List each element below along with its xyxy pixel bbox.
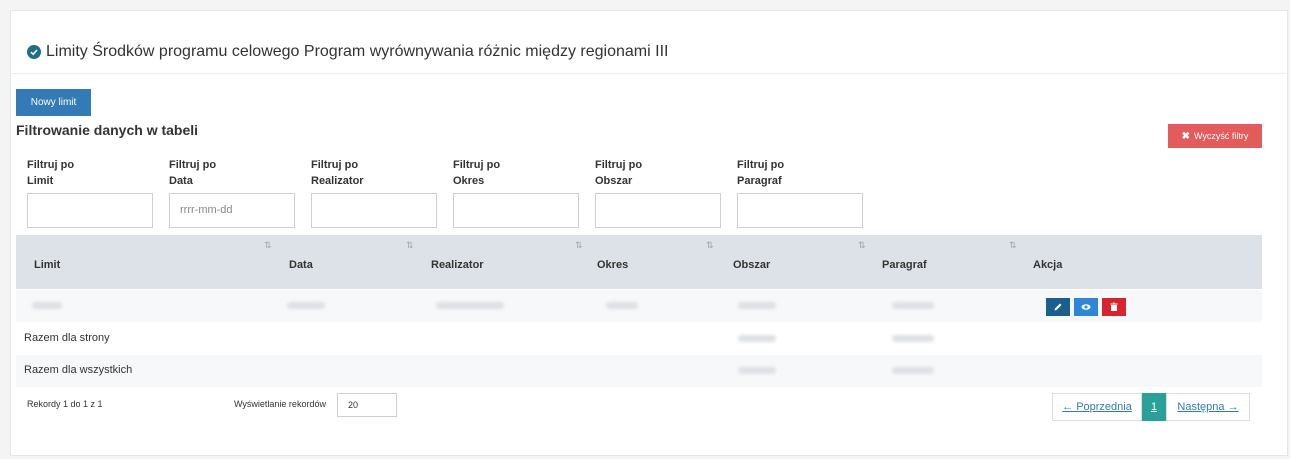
- filter-okres-input[interactable]: [453, 193, 579, 228]
- filter-data-input[interactable]: rrrr-mm-dd: [169, 193, 295, 228]
- filter-label: Filtruj po Realizator: [311, 159, 364, 187]
- page-1-button[interactable]: 1: [1142, 393, 1166, 421]
- filter-realizator: Filtruj po Realizator: [311, 157, 437, 228]
- sort-icon[interactable]: ⇅: [575, 240, 582, 251]
- edit-button[interactable]: [1046, 298, 1070, 316]
- new-limit-button[interactable]: Nowy limit: [16, 89, 91, 116]
- column-limit[interactable]: Limit: [34, 259, 60, 271]
- redacted-cell: [738, 367, 776, 374]
- table-row: [16, 290, 1262, 322]
- trash-icon: [1110, 302, 1118, 311]
- limits-panel: Limity Środków programu celowego Program…: [10, 10, 1288, 456]
- records-per-page-label: Wyświetlanie rekordów: [234, 399, 326, 409]
- prev-page-button[interactable]: ← Poprzednia: [1052, 393, 1142, 421]
- table-header: Limit ⇅ Data ⇅ Realizator ⇅ Okres ⇅ Obsz…: [16, 235, 1262, 289]
- filter-data: Filtruj po Data rrrr-mm-dd: [169, 157, 295, 228]
- redacted-cell: [738, 335, 776, 342]
- times-icon: ✖: [1181, 130, 1190, 142]
- sort-icon[interactable]: ⇅: [264, 240, 271, 251]
- sort-icon[interactable]: ⇅: [406, 240, 413, 251]
- filter-label: Filtruj po Data: [169, 159, 217, 187]
- filter-paragraf: Filtruj po Paragraf: [737, 157, 863, 228]
- filter-limit: Filtruj po Limit: [27, 157, 153, 228]
- filter-label: Filtruj po Limit: [27, 159, 75, 187]
- clear-filters-button[interactable]: ✖ Wyczyść filtry: [1168, 124, 1262, 148]
- records-per-page-input[interactable]: 20: [337, 393, 397, 417]
- column-paragraf[interactable]: Paragraf: [882, 259, 927, 271]
- redacted-cell: [892, 302, 934, 309]
- redacted-cell: [892, 335, 934, 342]
- redacted-cell: [892, 367, 934, 374]
- filter-paragraf-input[interactable]: [737, 193, 863, 228]
- filter-limit-input[interactable]: [27, 193, 153, 228]
- pagination: ← Poprzednia 1 Następna →: [1052, 393, 1250, 421]
- sort-icon[interactable]: ⇅: [858, 240, 865, 251]
- column-akcja: Akcja: [1033, 259, 1063, 271]
- summary-row-page: Razem dla strony: [16, 323, 1262, 355]
- view-button[interactable]: [1074, 298, 1098, 316]
- filter-label: Filtruj po Paragraf: [737, 159, 785, 187]
- pencil-icon: [1054, 303, 1062, 311]
- page-title: Limity Środków programu celowego Program…: [46, 43, 669, 60]
- filter-label: Filtruj po Obszar: [595, 159, 643, 187]
- records-info: Rekordy 1 do 1 z 1: [27, 399, 103, 409]
- redacted-cell: [287, 302, 325, 309]
- column-data[interactable]: Data: [289, 259, 313, 271]
- sort-icon[interactable]: ⇅: [706, 240, 713, 251]
- filter-heading: Filtrowanie danych w tabeli: [16, 122, 199, 138]
- summary-row-all: Razem dla wszystkich: [16, 355, 1262, 387]
- summary-label: Razem dla wszystkich: [24, 364, 133, 376]
- column-okres[interactable]: Okres: [597, 259, 628, 271]
- column-obszar[interactable]: Obszar: [733, 259, 770, 271]
- redacted-cell: [32, 302, 62, 309]
- eye-icon: [1081, 304, 1091, 310]
- redacted-cell: [606, 302, 638, 309]
- delete-button[interactable]: [1102, 298, 1126, 316]
- clear-filters-label: Wyczyść filtry: [1193, 131, 1249, 141]
- summary-label: Razem dla strony: [24, 332, 110, 344]
- check-circle-icon: [27, 45, 41, 59]
- panel-header: Limity Środków programu celowego Program…: [11, 11, 1287, 74]
- redacted-cell: [738, 302, 776, 309]
- filter-okres: Filtruj po Okres: [453, 157, 579, 228]
- filter-realizator-input[interactable]: [311, 193, 437, 228]
- redacted-cell: [436, 302, 504, 309]
- filter-obszar: Filtruj po Obszar: [595, 157, 721, 228]
- column-realizator[interactable]: Realizator: [431, 259, 484, 271]
- filter-label: Filtruj po Okres: [453, 159, 501, 187]
- filter-obszar-input[interactable]: [595, 193, 721, 228]
- next-page-button[interactable]: Następna →: [1166, 393, 1250, 421]
- sort-icon[interactable]: ⇅: [1009, 240, 1016, 251]
